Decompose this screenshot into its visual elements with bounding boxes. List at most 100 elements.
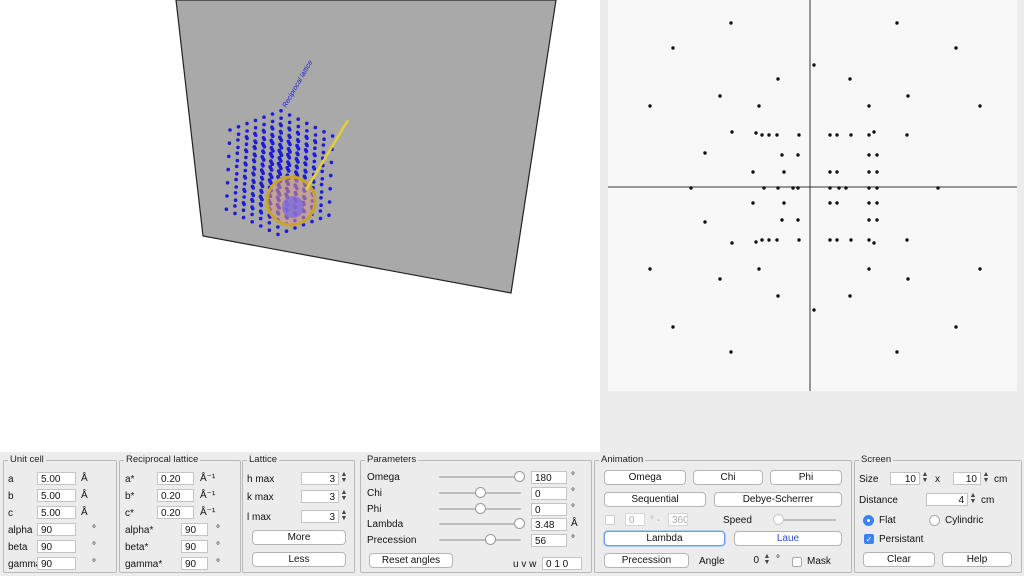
unit-cell-field[interactable]: 5.00 <box>37 489 76 502</box>
parameter-field[interactable]: 56 <box>531 534 567 547</box>
range-from-field[interactable]: 0 <box>625 513 645 526</box>
size-height-spinner[interactable]: ▲ ▼ <box>982 471 990 485</box>
angle-field[interactable]: 0 <box>736 554 762 567</box>
lattice-point <box>327 213 331 217</box>
parameter-unit: ° <box>571 534 575 545</box>
lambda-animation-button[interactable]: Lambda <box>604 531 725 546</box>
distance-label: Distance <box>859 495 898 506</box>
lattice-max-field[interactable]: 3 <box>301 490 339 503</box>
flat-radio[interactable] <box>863 515 874 526</box>
parameter-slider[interactable] <box>439 503 521 515</box>
clear-button[interactable]: Clear <box>863 552 935 567</box>
diffraction-spot <box>895 21 899 25</box>
lattice-point <box>236 145 240 150</box>
lattice-point <box>270 162 275 166</box>
diffraction-spot <box>671 325 675 329</box>
lattice-point <box>313 153 317 158</box>
parameter-slider[interactable] <box>439 518 526 530</box>
sequential-button[interactable]: Sequential <box>604 492 706 507</box>
lattice-point <box>287 156 292 160</box>
distance-spinner[interactable]: ▲ ▼ <box>969 492 977 506</box>
diffraction-spot <box>867 104 871 108</box>
lattice-3d-view[interactable]: Reciprocal lattice <box>0 0 600 452</box>
size-width-field[interactable]: 10 <box>890 472 920 485</box>
lattice-max-spinner[interactable]: ▲ ▼ <box>340 509 348 523</box>
range-to-field[interactable]: 360 <box>668 513 688 526</box>
lattice-3d-canvas[interactable]: Reciprocal lattice <box>0 0 600 452</box>
lattice-point <box>234 177 238 182</box>
range-checkbox[interactable] <box>605 515 615 525</box>
lattice-point <box>236 138 240 142</box>
lattice-point <box>251 186 256 190</box>
lattice-max-field[interactable]: 3 <box>301 510 339 523</box>
less-button[interactable]: Less <box>252 552 346 567</box>
diffraction-pattern-view[interactable] <box>608 0 1017 391</box>
unit-cell-field[interactable]: 5.00 <box>37 506 76 519</box>
diffraction-spot <box>906 94 910 98</box>
reset-angles-button[interactable]: Reset angles <box>369 553 453 568</box>
diffraction-spot <box>775 133 779 137</box>
more-button[interactable]: More <box>252 530 346 545</box>
size-width-spinner[interactable]: ▲ ▼ <box>921 471 929 485</box>
lattice-max-field[interactable]: 3 <box>301 472 339 485</box>
laue-animation-button[interactable]: Laue <box>734 531 842 546</box>
parameter-field[interactable]: 180 <box>531 471 567 484</box>
uvw-field[interactable]: 0 1 0 <box>542 557 582 570</box>
parameter-field[interactable]: 0 <box>531 503 567 516</box>
chi-animation-button[interactable]: Chi <box>693 470 763 485</box>
parameter-slider[interactable] <box>439 534 521 546</box>
unit-cell-field[interactable]: 90 <box>37 523 76 536</box>
omega-animation-button[interactable]: Omega <box>604 470 686 485</box>
lattice-point <box>236 132 241 136</box>
lattice-point <box>310 219 314 224</box>
unit-cell-field[interactable]: 90 <box>37 540 76 553</box>
diffraction-spot <box>760 238 764 242</box>
lattice-point <box>262 145 267 149</box>
lattice-point <box>243 176 248 180</box>
lattice-point <box>279 116 283 120</box>
speed-slider[interactable] <box>773 514 836 526</box>
precession-animation-button[interactable]: Precession <box>604 553 689 568</box>
distance-field[interactable]: 4 <box>926 493 968 506</box>
diffraction-spot <box>867 133 871 137</box>
lattice-max-spinner[interactable]: ▲ ▼ <box>340 471 348 485</box>
diffraction-spot <box>875 153 879 157</box>
lattice-point <box>242 182 247 186</box>
cylindric-radio[interactable] <box>929 515 940 526</box>
lattice-point <box>251 193 256 198</box>
lattice-point <box>279 109 283 113</box>
persistant-checkbox[interactable]: ✓ <box>864 534 874 544</box>
lattice-point <box>260 190 264 194</box>
parameter-field[interactable]: 3.48 <box>531 518 567 531</box>
lattice-point <box>233 191 238 195</box>
diffraction-spot <box>776 186 780 190</box>
diffraction-spot <box>835 170 839 174</box>
diffraction-pattern-canvas <box>608 0 1017 391</box>
unit-cell-field[interactable]: 90 <box>37 557 76 570</box>
mask-checkbox[interactable] <box>792 557 802 567</box>
debye-scherrer-button[interactable]: Debye-Scherrer <box>714 492 842 507</box>
angle-spinner[interactable]: ▲ ▼ <box>763 553 771 567</box>
reciprocal-field: 0.20 <box>157 489 194 502</box>
help-button[interactable]: Help <box>942 552 1012 567</box>
size-height-field[interactable]: 10 <box>953 472 981 485</box>
lattice-point <box>253 146 257 151</box>
lattice-point <box>259 211 264 215</box>
lattice-max-spinner[interactable]: ▲ ▼ <box>340 489 348 503</box>
diffraction-spot <box>754 131 758 135</box>
parameter-slider[interactable] <box>439 471 526 483</box>
phi-animation-button[interactable]: Phi <box>770 470 842 485</box>
parameter-slider[interactable] <box>439 487 521 499</box>
lattice-point <box>319 203 323 207</box>
lattice-point <box>296 160 300 164</box>
lattice-point <box>262 115 266 119</box>
diffraction-spot <box>875 201 879 205</box>
lattice-point <box>270 119 275 124</box>
diffraction-spot <box>671 46 675 50</box>
angle-unit: ° <box>776 554 780 565</box>
reciprocal-unit: ° <box>216 524 220 535</box>
lattice-point <box>269 168 274 172</box>
unit-cell-field[interactable]: 5.00 <box>37 472 76 485</box>
lattice-point <box>259 224 263 228</box>
parameter-field[interactable]: 0 <box>531 487 567 500</box>
